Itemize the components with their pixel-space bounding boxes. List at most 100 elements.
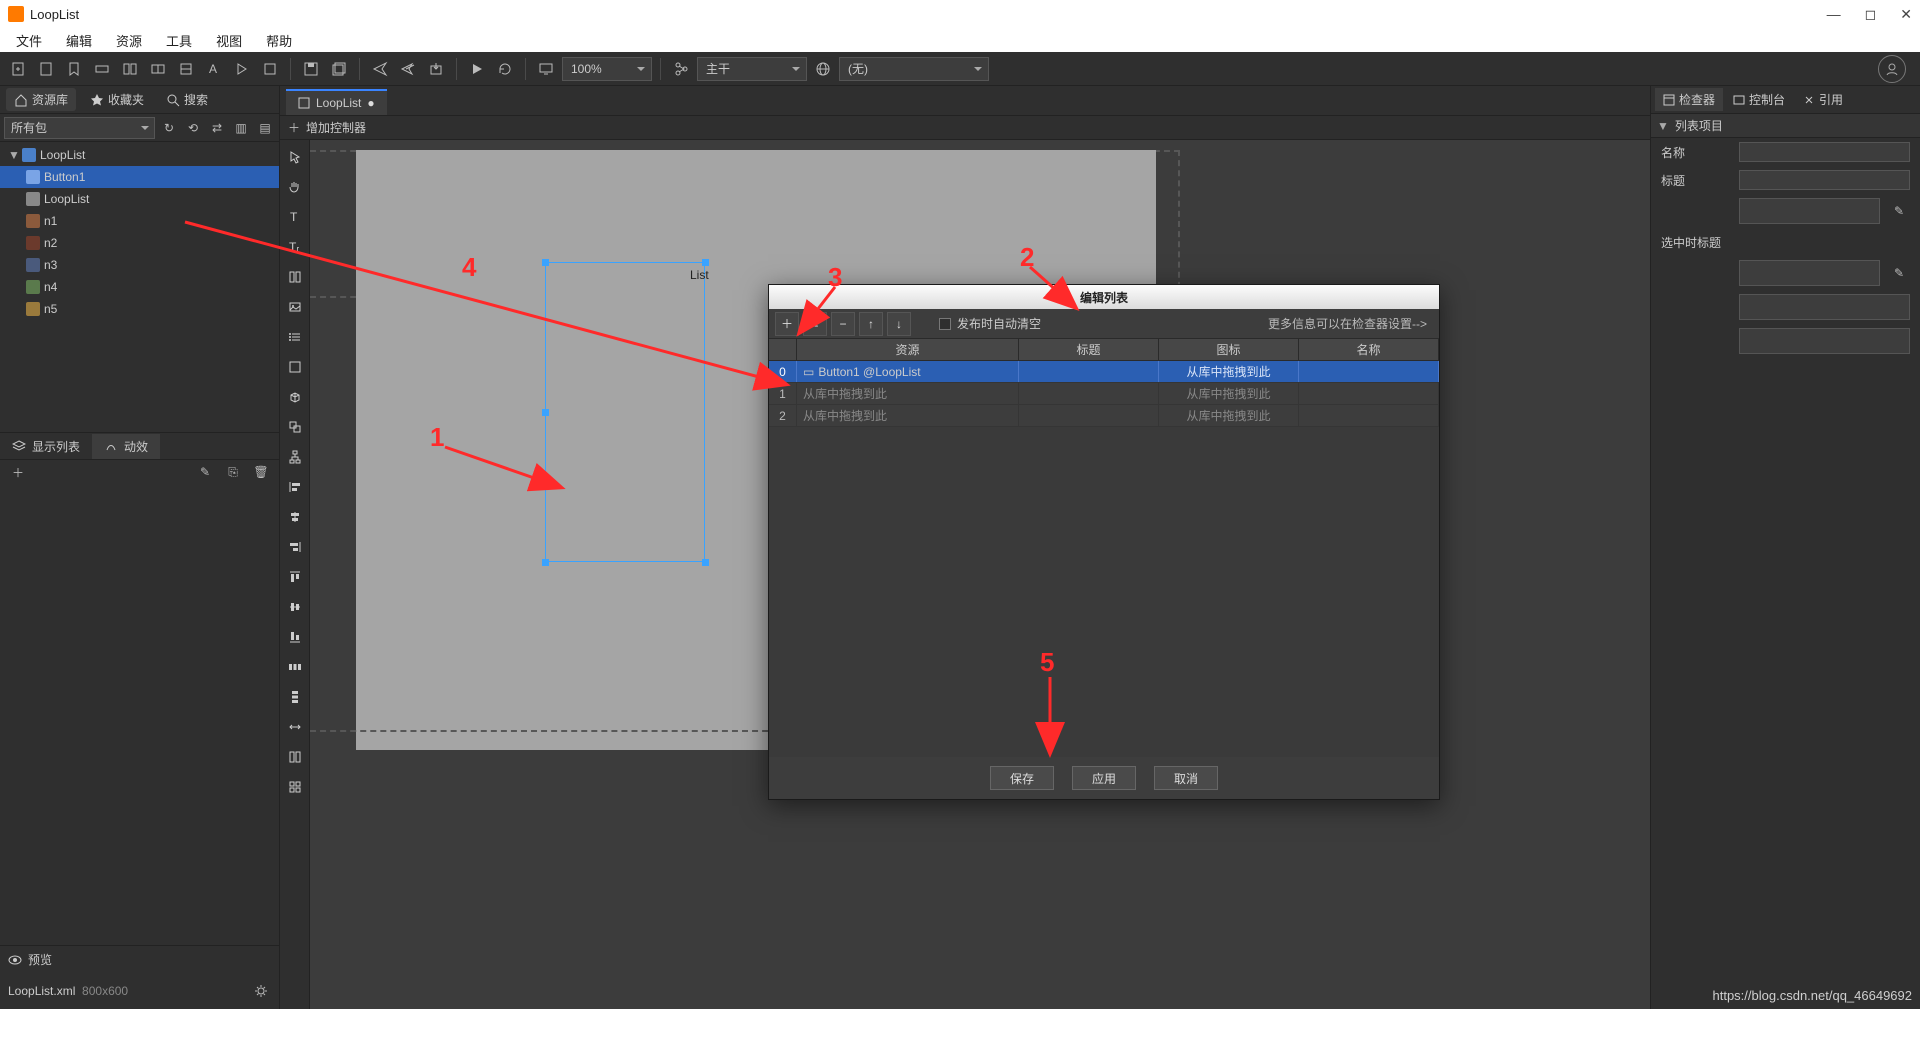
- tool-6-icon[interactable]: [230, 57, 254, 81]
- tree-item-looplist[interactable]: LoopList: [0, 188, 279, 210]
- page-icon[interactable]: [34, 57, 58, 81]
- tab-inspector[interactable]: 检查器: [1655, 88, 1723, 111]
- dialog-remove-button[interactable]: −: [831, 312, 855, 336]
- list-tool-icon[interactable]: [282, 324, 308, 350]
- text-tool-icon[interactable]: T: [282, 204, 308, 230]
- tab-refs[interactable]: 引用: [1795, 88, 1851, 111]
- tree-item-n4[interactable]: n4: [0, 276, 279, 298]
- menu-file[interactable]: 文件: [16, 31, 42, 50]
- branch-select[interactable]: 主干: [697, 57, 807, 81]
- doc-tab-looplist[interactable]: LoopList●: [286, 89, 387, 115]
- edit-icon[interactable]: ✎: [1888, 262, 1910, 284]
- swap-icon[interactable]: ⇄: [207, 118, 227, 138]
- tree-item-button1[interactable]: Button1: [0, 166, 279, 188]
- image-tool-icon[interactable]: [282, 294, 308, 320]
- compose-tool-icon[interactable]: [282, 264, 308, 290]
- dialog-row-2[interactable]: 2 从库中拖拽到此 从库中拖拽到此: [769, 405, 1439, 427]
- align-bottom-icon[interactable]: [282, 624, 308, 650]
- refresh-icon[interactable]: [493, 57, 517, 81]
- tree-item-n5[interactable]: n5: [0, 298, 279, 320]
- dialog-add-button[interactable]: ＋: [775, 312, 799, 336]
- tab-favorites[interactable]: 收藏夹: [82, 88, 152, 111]
- tab-display-list[interactable]: 显示列表: [0, 434, 92, 459]
- add-icon[interactable]: ＋: [8, 462, 28, 482]
- align-center-icon[interactable]: [282, 504, 308, 530]
- edit-icon[interactable]: ✎: [1888, 200, 1910, 222]
- send-all-icon[interactable]: [396, 57, 420, 81]
- copy-icon[interactable]: ⎘: [223, 462, 243, 482]
- prop-extra-input[interactable]: [1739, 294, 1910, 320]
- tab-motion[interactable]: 动效: [92, 434, 160, 459]
- maximize-button[interactable]: ◻: [1865, 6, 1877, 23]
- richtext-tool-icon[interactable]: Tᵣ: [282, 234, 308, 260]
- dialog-move-down-button[interactable]: ↓: [887, 312, 911, 336]
- minimize-button[interactable]: —: [1827, 6, 1841, 23]
- globe-icon[interactable]: [811, 57, 835, 81]
- dialog-move-up-button[interactable]: ↑: [859, 312, 883, 336]
- group-tool-icon[interactable]: [282, 414, 308, 440]
- dialog-title[interactable]: 编辑列表: [769, 285, 1439, 309]
- tab-library[interactable]: 资源库: [6, 88, 76, 111]
- align-left-icon[interactable]: [282, 474, 308, 500]
- user-avatar[interactable]: [1878, 55, 1906, 83]
- align-top-icon[interactable]: [282, 564, 308, 590]
- send-icon[interactable]: [368, 57, 392, 81]
- gear-icon[interactable]: [251, 981, 271, 1001]
- tool-7-icon[interactable]: [258, 57, 282, 81]
- hand-tool-icon[interactable]: [282, 174, 308, 200]
- tool-1-icon[interactable]: [90, 57, 114, 81]
- tool-5-icon[interactable]: A: [202, 57, 226, 81]
- close-button[interactable]: ✕: [1900, 6, 1912, 23]
- selection-box[interactable]: [545, 262, 705, 562]
- dist-h-icon[interactable]: [282, 654, 308, 680]
- dialog-row-0[interactable]: 0 ▭Button1 @LoopList 从库中拖拽到此: [769, 361, 1439, 383]
- zoom-select[interactable]: 100%: [562, 57, 652, 81]
- cols-icon[interactable]: ▥: [231, 118, 251, 138]
- menu-resources[interactable]: 资源: [116, 31, 142, 50]
- trash-icon[interactable]: 🗑: [251, 462, 271, 482]
- tool-4-icon[interactable]: [174, 57, 198, 81]
- dist-v-icon[interactable]: [282, 684, 308, 710]
- tree-item-n3[interactable]: n3: [0, 254, 279, 276]
- prop-extra-input-2[interactable]: [1739, 328, 1910, 354]
- prop-title-extra[interactable]: [1739, 198, 1880, 224]
- menu-help[interactable]: 帮助: [266, 31, 292, 50]
- pointer-tool-icon[interactable]: [282, 144, 308, 170]
- prop-title-input[interactable]: [1739, 170, 1910, 190]
- export-icon[interactable]: [424, 57, 448, 81]
- auto-clear-checkbox[interactable]: 发布时自动清空: [939, 315, 1041, 332]
- bookmark-icon[interactable]: [62, 57, 86, 81]
- prop-name-input[interactable]: [1739, 142, 1910, 162]
- dialog-save-button[interactable]: 保存: [990, 766, 1054, 790]
- menu-tools[interactable]: 工具: [166, 31, 192, 50]
- tab-console[interactable]: 控制台: [1725, 88, 1793, 111]
- dialog-row-1[interactable]: 1 从库中拖拽到此 从库中拖拽到此: [769, 383, 1439, 405]
- tree-tool-icon[interactable]: [282, 444, 308, 470]
- list-icon[interactable]: ▤: [255, 118, 275, 138]
- dialog-cancel-button[interactable]: 取消: [1154, 766, 1218, 790]
- save-all-icon[interactable]: [327, 57, 351, 81]
- tool-3-icon[interactable]: [146, 57, 170, 81]
- locale-select[interactable]: (无): [839, 57, 989, 81]
- new-file-icon[interactable]: [6, 57, 30, 81]
- cube-tool-icon[interactable]: [282, 384, 308, 410]
- tree-root[interactable]: ▼LoopList: [0, 144, 279, 166]
- edit-icon[interactable]: ✎: [195, 462, 215, 482]
- menu-edit[interactable]: 编辑: [66, 31, 92, 50]
- align-right-icon[interactable]: [282, 534, 308, 560]
- tool-2-icon[interactable]: [118, 57, 142, 81]
- play-icon[interactable]: [465, 57, 489, 81]
- package-filter-select[interactable]: 所有包: [4, 117, 155, 139]
- prop-selected-title-input[interactable]: [1739, 260, 1880, 286]
- same-width-icon[interactable]: [282, 714, 308, 740]
- dialog-insert-button[interactable]: ≡: [803, 312, 827, 336]
- refresh-icon[interactable]: ↻: [159, 118, 179, 138]
- save-icon[interactable]: [299, 57, 323, 81]
- add-controller-button[interactable]: 增加控制器: [306, 119, 366, 136]
- menu-view[interactable]: 视图: [216, 31, 242, 50]
- tree-item-n2[interactable]: n2: [0, 232, 279, 254]
- sync-icon[interactable]: ⟲: [183, 118, 203, 138]
- section-list-items[interactable]: ▼列表项目: [1651, 114, 1920, 138]
- screen-icon[interactable]: [534, 57, 558, 81]
- tile-h-icon[interactable]: [282, 744, 308, 770]
